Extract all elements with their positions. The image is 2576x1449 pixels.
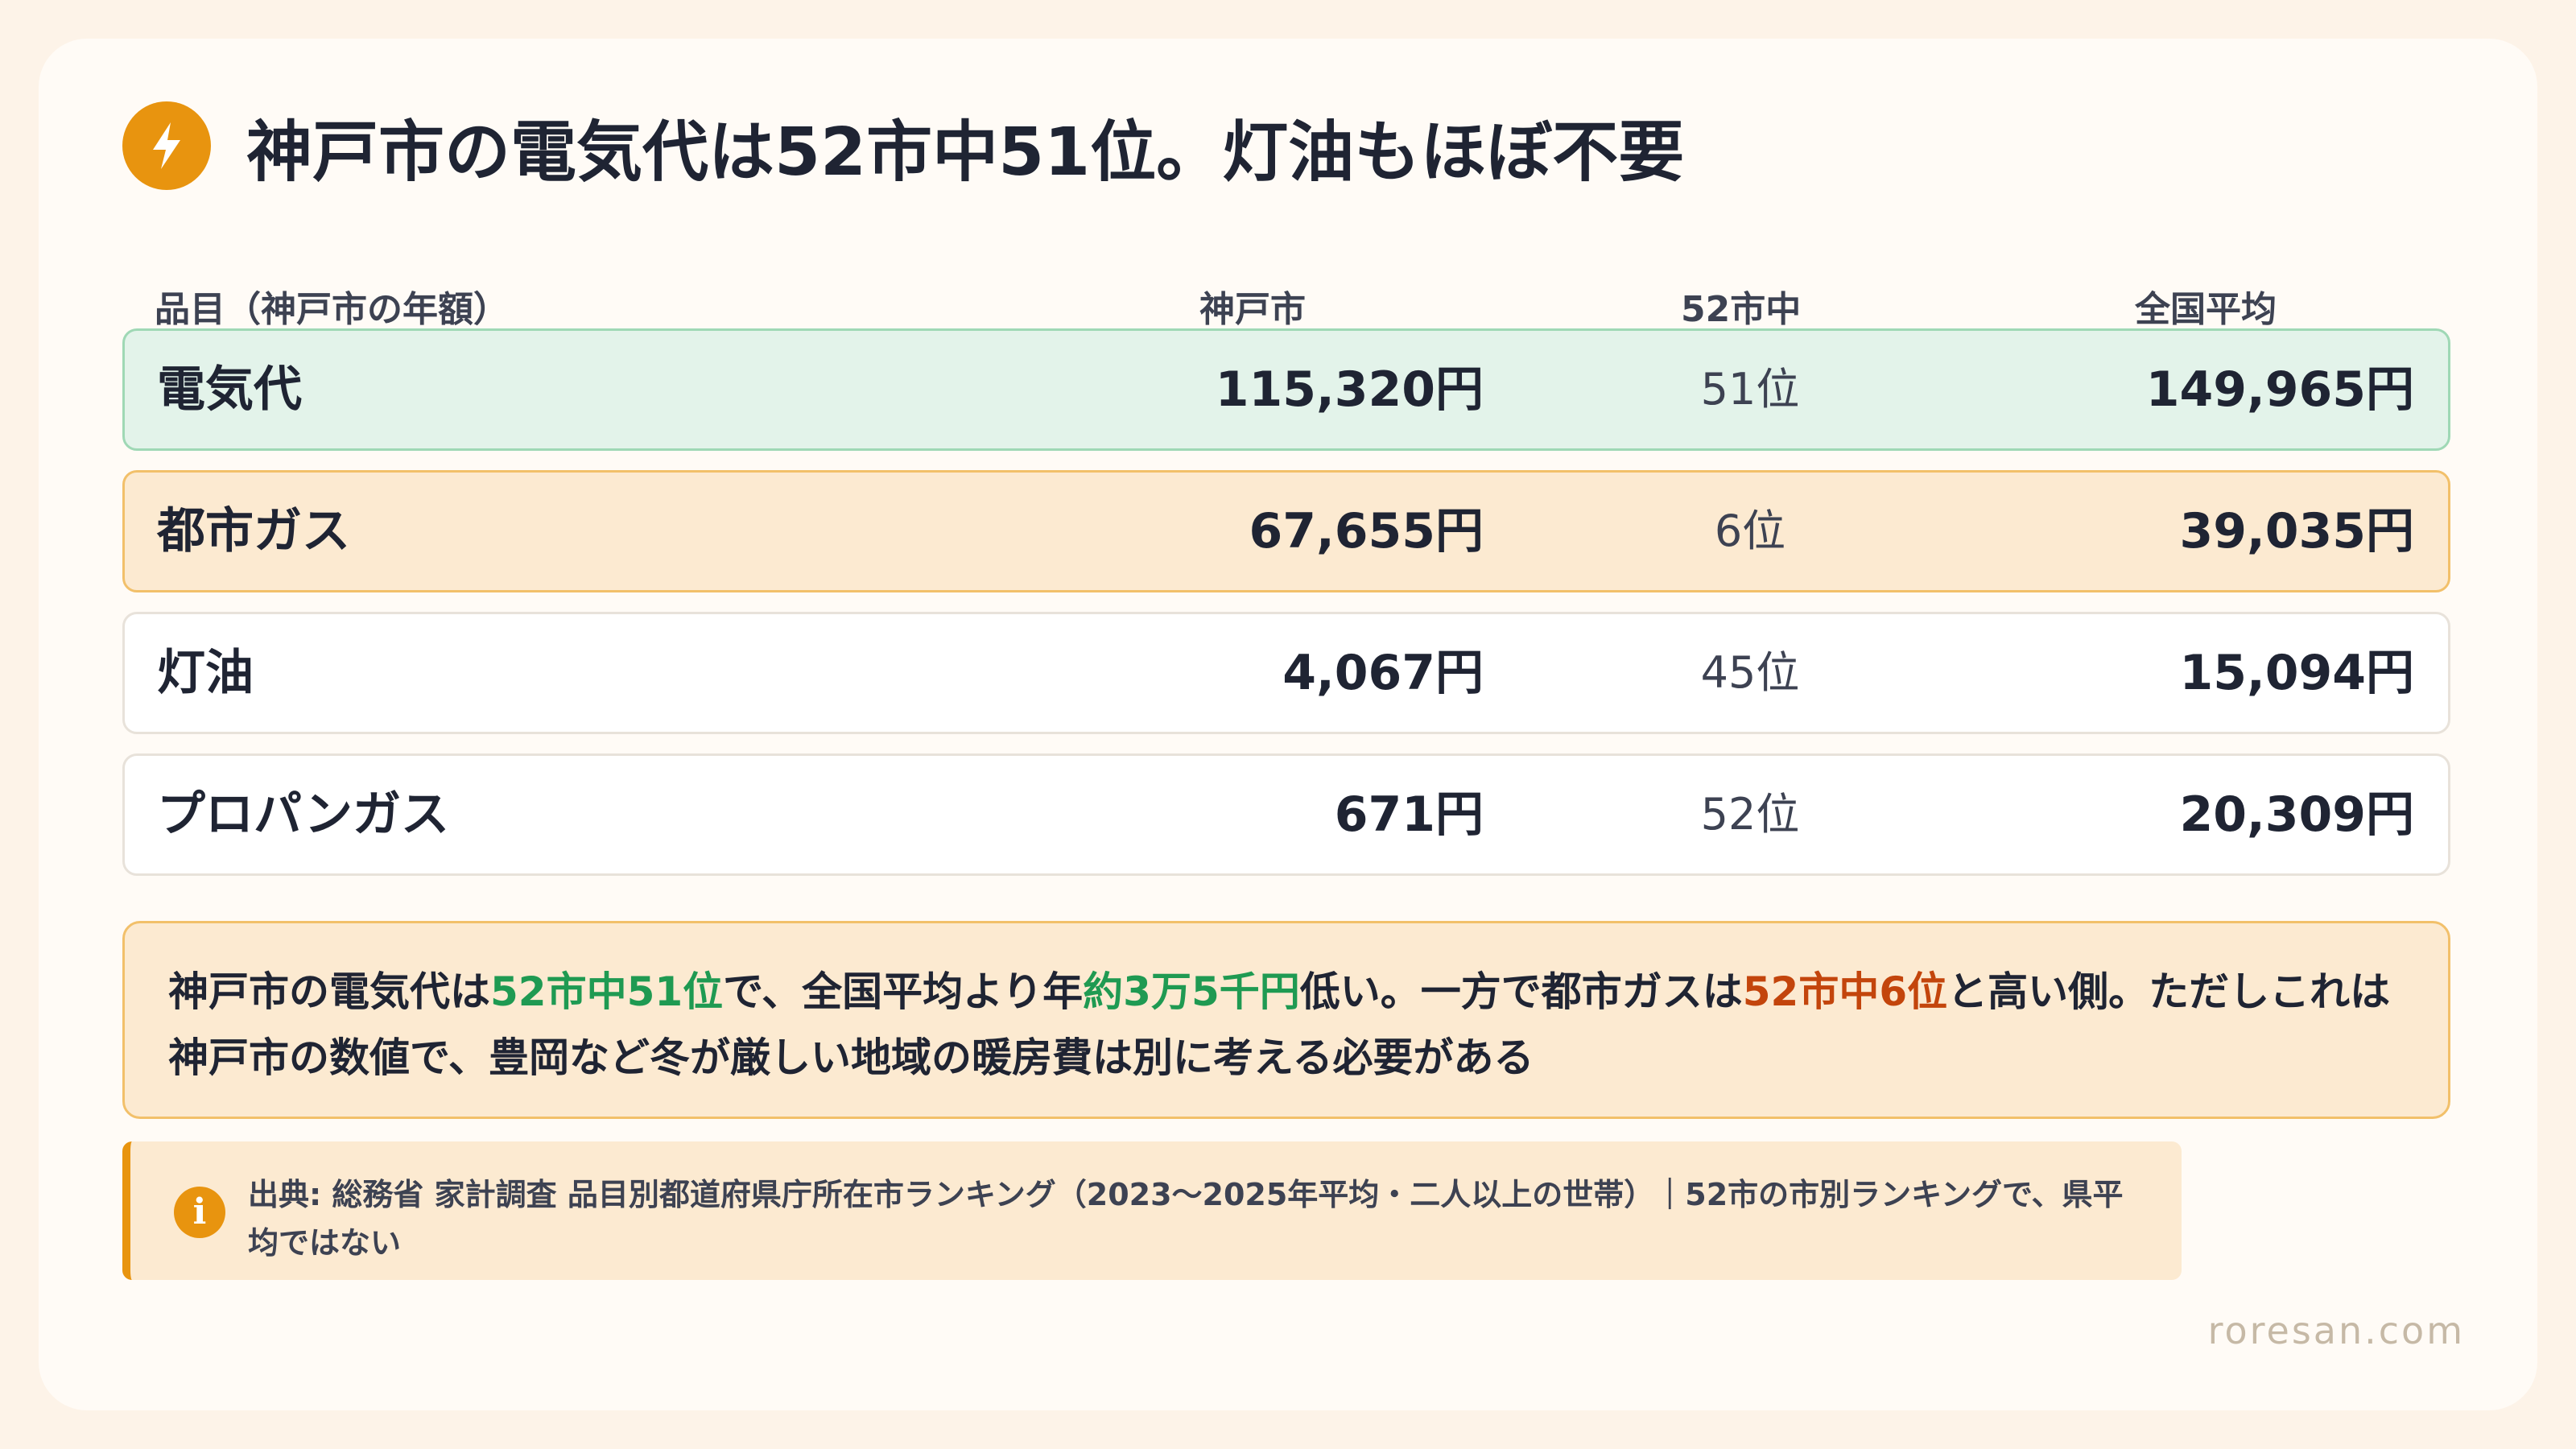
row-rank: 6位 xyxy=(1714,506,1786,556)
column-header-rank: 52市中 xyxy=(1681,289,1802,330)
title-row: 神戸市の電気代は52市中51位。灯油もほぼ不要 xyxy=(122,101,1684,191)
table-row-electricity: 電気代 115,320円 51位 149,965円 xyxy=(122,328,2450,451)
row-average-value: 39,035円 xyxy=(2179,503,2414,559)
row-item: 電気代 xyxy=(157,361,302,418)
row-kobe-value: 67,655円 xyxy=(1249,503,1484,559)
brand-watermark: roresan.com xyxy=(2207,1309,2465,1352)
note-highlight-electricity-rank: 52市中51位 xyxy=(490,968,724,1015)
column-header-average: 全国平均 xyxy=(2135,289,2277,330)
column-header-item: 品目（神戸市の年額） xyxy=(155,289,509,330)
row-average-value: 20,309円 xyxy=(2179,786,2414,843)
note-text: 低い。一方で都市ガスは xyxy=(1299,968,1743,1015)
source-box: i 出典: 総務省 家計調査 品目別都道府県庁所在市ランキング（2023〜202… xyxy=(122,1141,2182,1280)
source-text: 出典: 総務省 家計調査 品目別都道府県庁所在市ランキング（2023〜2025年… xyxy=(248,1177,2124,1261)
row-average-value: 15,094円 xyxy=(2179,645,2414,701)
row-average-value: 149,965円 xyxy=(2145,361,2414,418)
lightning-icon xyxy=(122,101,211,190)
row-kobe-value: 115,320円 xyxy=(1215,361,1484,418)
table-row-city-gas: 都市ガス 67,655円 6位 39,035円 xyxy=(122,470,2450,592)
row-item: プロパンガス xyxy=(157,786,449,843)
row-kobe-value: 4,067円 xyxy=(1282,645,1484,701)
column-header-kobe: 神戸市 xyxy=(1199,289,1306,330)
note-text: で、全国平均より年 xyxy=(723,968,1084,1015)
note-highlight-savings: 約3万5千円 xyxy=(1083,968,1300,1015)
note-highlight-gas-rank: 52市中6位 xyxy=(1742,968,1948,1015)
row-item: 灯油 xyxy=(157,645,254,701)
row-rank: 51位 xyxy=(1700,364,1800,415)
page-title: 神戸市の電気代は52市中51位。灯油もほぼ不要 xyxy=(246,114,1685,191)
table-row-kerosene: 灯油 4,067円 45位 15,094円 xyxy=(122,612,2450,734)
info-icon: i xyxy=(174,1187,225,1238)
note-text: 神戸市の電気代は xyxy=(168,968,490,1015)
row-rank: 52位 xyxy=(1700,789,1800,840)
row-rank: 45位 xyxy=(1700,647,1800,698)
row-kobe-value: 671円 xyxy=(1334,786,1484,843)
content-card: 神戸市の電気代は52市中51位。灯油もほぼ不要 品目（神戸市の年額） 神戸市 5… xyxy=(39,39,2537,1410)
row-item: 都市ガス xyxy=(157,503,350,559)
summary-note: 神戸市の電気代は52市中51位で、全国平均より年約3万5千円低い。一方で都市ガス… xyxy=(122,921,2450,1119)
table-row-propane-gas: プロパンガス 671円 52位 20,309円 xyxy=(122,753,2450,876)
